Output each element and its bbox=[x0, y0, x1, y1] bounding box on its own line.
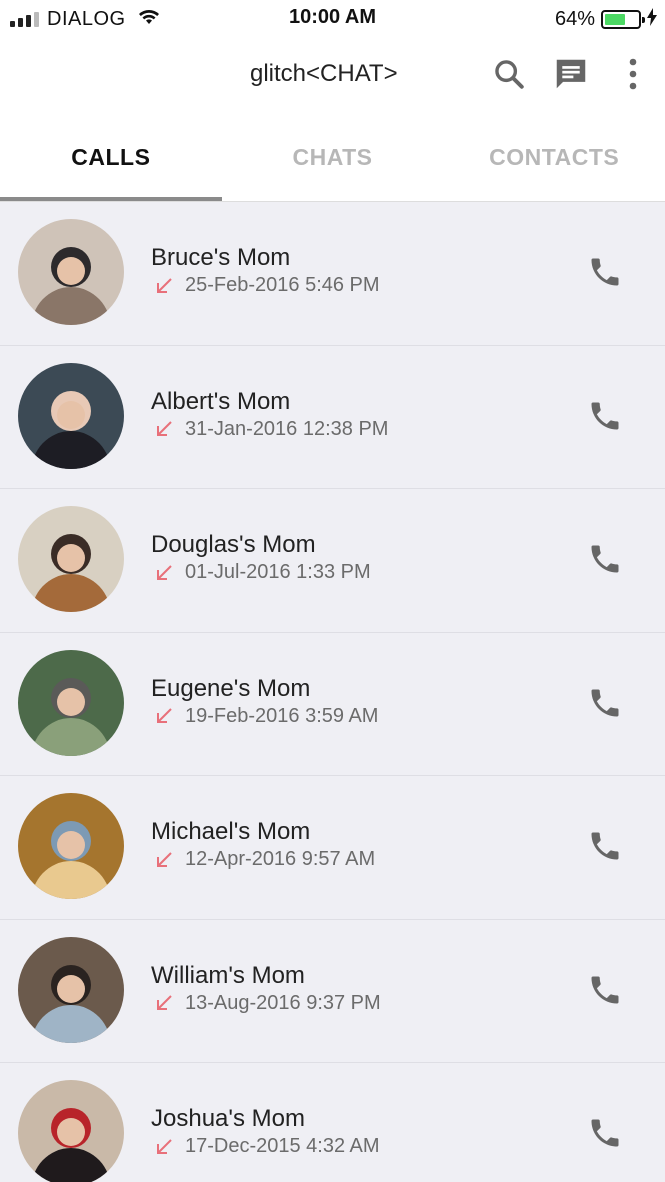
call-row[interactable]: Eugene's Mom 19-Feb-2016 3:59 AM bbox=[0, 633, 665, 776]
call-time: 17-Dec-2015 4:32 AM bbox=[185, 1135, 380, 1157]
contact-name: William's Mom bbox=[151, 961, 305, 989]
call-row[interactable]: Joshua's Mom 17-Dec-2015 4:32 AM bbox=[0, 1063, 665, 1182]
avatar[interactable] bbox=[18, 793, 124, 899]
more-vert-icon[interactable] bbox=[613, 54, 653, 94]
phone-icon[interactable] bbox=[585, 826, 625, 866]
avatar[interactable] bbox=[18, 936, 124, 1043]
status-right: 64% bbox=[555, 6, 657, 32]
avatar[interactable] bbox=[18, 1080, 124, 1182]
call-meta: 17-Dec-2015 4:32 AM bbox=[153, 1135, 380, 1158]
missed-call-arrow-icon bbox=[153, 705, 175, 727]
phone-icon[interactable] bbox=[585, 539, 625, 579]
call-time: 13-Aug-2016 9:37 PM bbox=[185, 991, 381, 1014]
battery-fill bbox=[605, 13, 626, 25]
call-list: Bruce's Mom 25-Feb-2016 5:46 PM Albert's… bbox=[0, 202, 665, 1182]
app-bar: glitch<CHAT> bbox=[0, 38, 665, 116]
avatar[interactable] bbox=[18, 219, 124, 325]
call-time: 12-Apr-2016 9:57 AM bbox=[185, 848, 376, 870]
phone-icon[interactable] bbox=[585, 252, 625, 292]
search-icon[interactable] bbox=[489, 54, 529, 94]
tab-calls[interactable]: CALLS bbox=[0, 116, 222, 201]
status-bar: DIALOG 10:00 AM 64% bbox=[0, 0, 665, 38]
call-time: 31-Jan-2016 12:38 PM bbox=[185, 417, 389, 440]
contact-name: Albert's Mom bbox=[151, 387, 291, 415]
charging-bolt-icon bbox=[647, 7, 657, 31]
call-time: 25-Feb-2016 5:46 PM bbox=[185, 274, 380, 296]
app-title: glitch<CHAT> bbox=[250, 60, 398, 87]
tab-bar: CALLS CHATS CONTACTS bbox=[0, 116, 665, 202]
phone-icon[interactable] bbox=[585, 1113, 625, 1153]
battery-percent: 64% bbox=[554, 7, 595, 30]
phone-icon[interactable] bbox=[585, 970, 625, 1010]
call-time: 19-Feb-2016 3:59 AM bbox=[185, 704, 379, 727]
missed-call-arrow-icon bbox=[153, 849, 175, 871]
call-row[interactable]: Douglas's Mom 01-Jul-2016 1:33 PM bbox=[0, 489, 665, 633]
avatar[interactable] bbox=[18, 506, 124, 612]
call-meta: 12-Apr-2016 9:57 AM bbox=[153, 848, 375, 871]
tab-chats[interactable]: CHATS bbox=[222, 116, 444, 201]
call-time: 01-Jul-2016 1:33 PM bbox=[185, 561, 371, 583]
call-row[interactable]: Albert's Mom 31-Jan-2016 12:38 PM bbox=[0, 346, 665, 489]
missed-call-arrow-icon bbox=[153, 1136, 175, 1158]
call-row[interactable]: Michael's Mom 12-Apr-2016 9:57 AM bbox=[0, 776, 665, 920]
missed-call-arrow-icon bbox=[153, 275, 175, 297]
tab-contacts[interactable]: CONTACTS bbox=[443, 116, 665, 201]
call-meta: 31-Jan-2016 12:38 PM bbox=[153, 418, 388, 441]
call-row[interactable]: Bruce's Mom 25-Feb-2016 5:46 PM bbox=[0, 202, 665, 346]
contact-name: Douglas's Mom bbox=[151, 531, 316, 558]
call-meta: 25-Feb-2016 5:46 PM bbox=[153, 274, 380, 297]
phone-icon[interactable] bbox=[585, 683, 625, 723]
missed-call-arrow-icon bbox=[153, 992, 175, 1014]
contact-name: Michael's Mom bbox=[151, 818, 311, 845]
contact-name: Eugene's Mom bbox=[151, 674, 311, 702]
call-meta: 13-Aug-2016 9:37 PM bbox=[153, 992, 381, 1015]
missed-call-arrow-icon bbox=[153, 418, 175, 440]
contact-name: Joshua's Mom bbox=[151, 1105, 305, 1132]
call-meta: 19-Feb-2016 3:59 AM bbox=[153, 705, 378, 728]
battery-icon bbox=[601, 9, 645, 29]
missed-call-arrow-icon bbox=[153, 562, 175, 584]
phone-icon[interactable] bbox=[585, 396, 625, 436]
chat-icon[interactable] bbox=[551, 54, 591, 94]
avatar[interactable] bbox=[18, 362, 124, 469]
avatar[interactable] bbox=[18, 649, 124, 756]
call-meta: 01-Jul-2016 1:33 PM bbox=[153, 561, 371, 584]
contact-name: Bruce's Mom bbox=[151, 244, 291, 271]
call-row[interactable]: William's Mom 13-Aug-2016 9:37 PM bbox=[0, 920, 665, 1063]
